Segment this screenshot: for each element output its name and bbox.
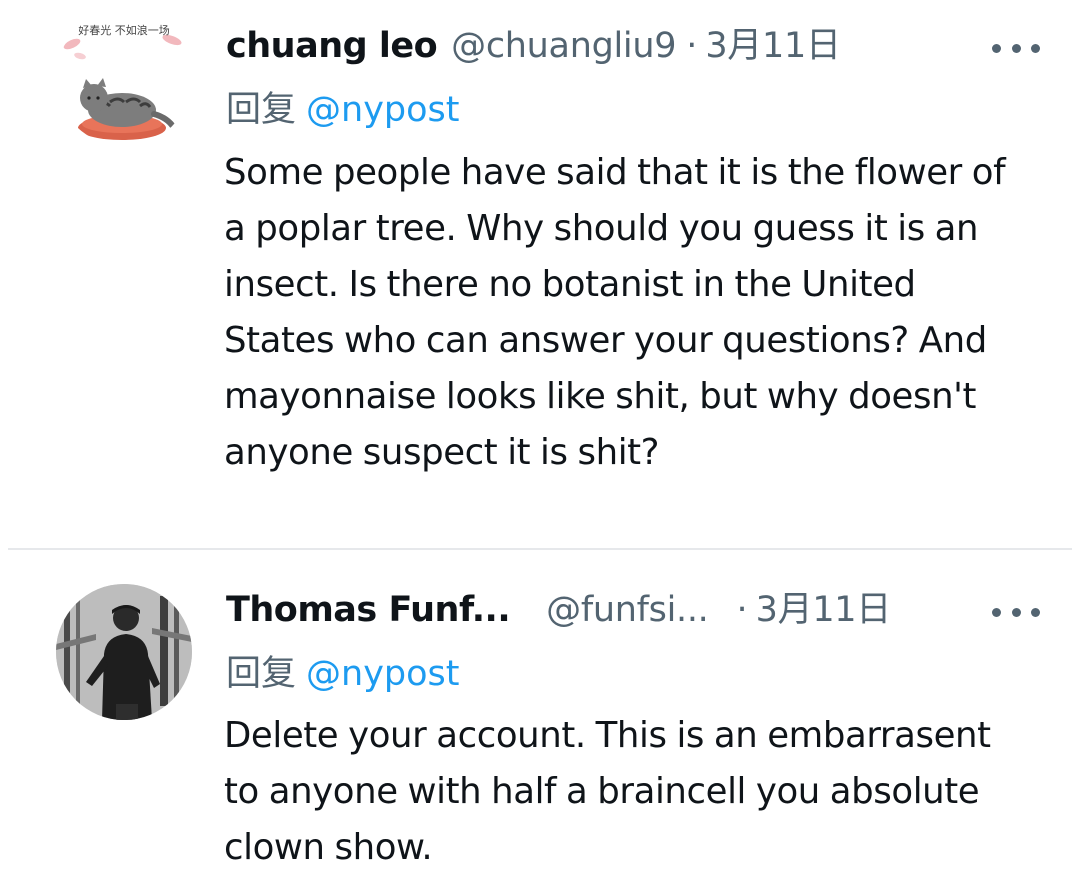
more-horizontal-icon	[1031, 43, 1040, 53]
tweet-text: Delete your account. This is an embarras…	[224, 715, 991, 868]
more-horizontal-icon	[1011, 43, 1021, 53]
tweet-text: Some people have said that it is the flo…	[224, 152, 1006, 473]
separator-dot: ·	[686, 26, 698, 66]
tweet-date[interactable]: 3月11日	[756, 588, 892, 632]
reply-label: 回复	[226, 654, 297, 694]
avatar[interactable]	[56, 584, 192, 720]
more-options-button[interactable]	[992, 596, 1040, 628]
divider	[8, 548, 1072, 550]
user-handle[interactable]: @funfsi...	[546, 588, 709, 632]
separator-dot: ·	[736, 590, 748, 630]
more-horizontal-icon	[1031, 607, 1040, 617]
reply-label: 回复	[226, 90, 297, 130]
person-avatar-image	[56, 584, 192, 720]
reply-context: 回复 @nypost	[226, 652, 460, 696]
display-name[interactable]: chuang leo	[226, 24, 438, 68]
reply-context: 回复 @nypost	[226, 88, 460, 132]
avatar-calligraphy: 好春光 不如浪一场	[78, 23, 170, 37]
more-horizontal-icon	[992, 607, 1001, 617]
avatar[interactable]: 好春光 不如浪一场	[56, 10, 192, 146]
tweet-header: chuang leo @chuangliu9 · 3月11日	[226, 24, 990, 68]
tweet-date[interactable]: 3月11日	[705, 24, 841, 68]
reply-mention-link[interactable]: @nypost	[306, 90, 459, 130]
display-name[interactable]: Thomas Funf...	[226, 588, 511, 632]
cat-avatar-image: 好春光 不如浪一场	[56, 10, 192, 146]
more-options-button[interactable]	[992, 32, 1040, 64]
tweet[interactable]: Thomas Funf... @funfsi... · 3月11日 回复 @nyp…	[0, 552, 1080, 894]
more-horizontal-icon	[992, 43, 1001, 53]
reply-mention-link[interactable]: @nypost	[306, 654, 459, 694]
user-handle[interactable]: @chuangliu9	[451, 24, 676, 68]
more-horizontal-icon	[1011, 607, 1021, 617]
tweet[interactable]: 好春光 不如浪一场 chuang leo @chuangliu9 · 3月11日	[0, 0, 1080, 548]
tweet-header: Thomas Funf... @funfsi... · 3月11日	[226, 588, 990, 632]
